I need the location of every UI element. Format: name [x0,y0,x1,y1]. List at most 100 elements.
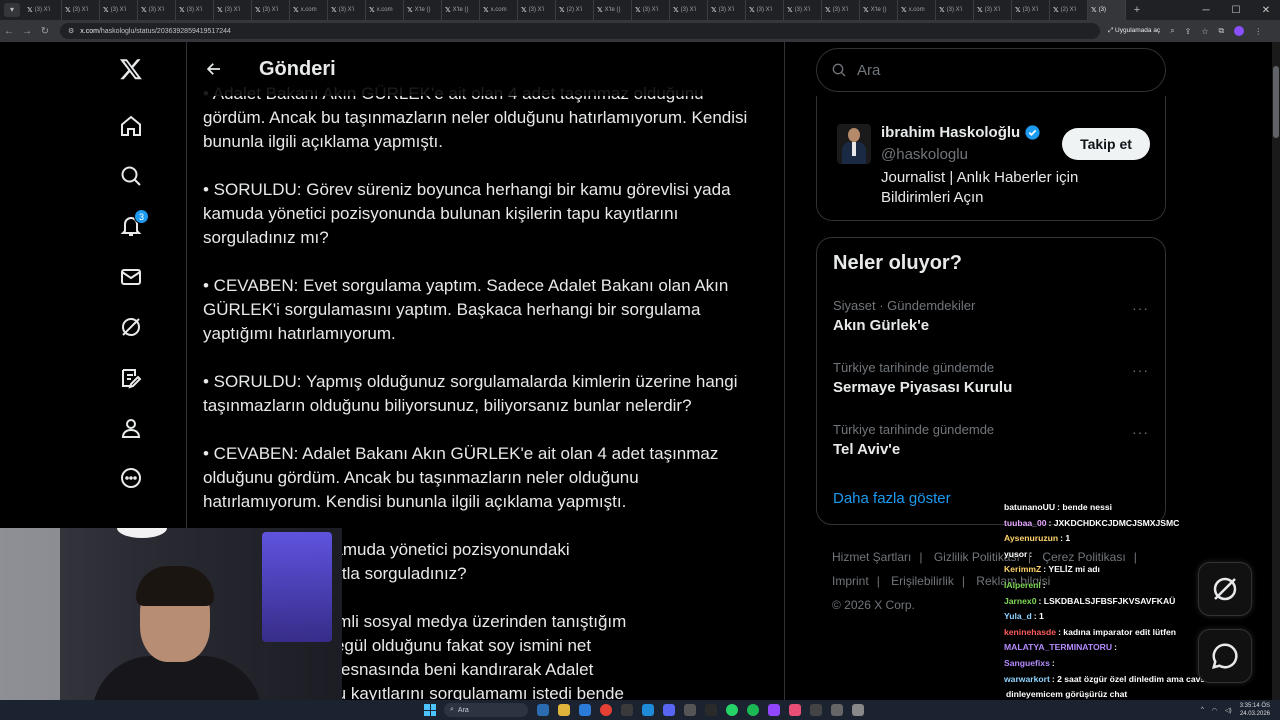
browser-forward-icon[interactable]: → [18,26,36,37]
app-icon[interactable] [810,704,822,716]
grok-icon[interactable] [118,314,144,340]
profile-icon[interactable] [118,415,144,441]
app-icon[interactable] [642,704,654,716]
trend-more-icon[interactable]: ··· [1132,424,1149,440]
browser-tab[interactable]: 𝕏 (3) X'i [100,0,138,20]
tab-search-menu-button[interactable]: ▾ [4,3,20,17]
browser-tab[interactable]: 𝕏 (3) X'i [176,0,214,20]
browser-tab[interactable]: 𝕏 (3) X'i [708,0,746,20]
app-icon[interactable] [684,704,696,716]
site-info-icon[interactable]: ⚙ [68,27,74,35]
browser-profile-avatar[interactable] [1234,26,1245,36]
scrollbar-thumb[interactable] [1273,66,1279,138]
browser-tab[interactable]: 𝕏 (3) X'i [670,0,708,20]
task-view-icon[interactable] [537,704,549,716]
footer-link-terms[interactable]: Hizmet Şartları [832,550,911,564]
browser-tab[interactable]: 𝕏 (3) X'i [214,0,252,20]
browser-tab[interactable]: 𝕏 (3) X'i [24,0,62,20]
footer-link-accessibility[interactable]: Erişilebilirlik [891,574,954,588]
messages-icon[interactable] [118,264,144,290]
whatsapp-icon[interactable] [726,704,738,716]
browser-tab[interactable]: 𝕏 (3) X'i [784,0,822,20]
x-logo-icon[interactable] [118,56,144,82]
trend-item[interactable]: Siyaset · Gündemdekiler Akın Gürlek'e ··… [833,298,1153,348]
taskbar-search[interactable]: ⌕ Ara [444,703,528,717]
browser-tab[interactable]: 𝕏 (3) X'i [62,0,100,20]
zoom-icon[interactable]: ⌕ [1170,26,1174,36]
browser-tab[interactable]: 𝕏x.com [898,0,936,20]
notifications-icon[interactable]: 3 [118,209,149,239]
windows-start-icon[interactable] [424,704,436,716]
search-icon[interactable] [118,163,144,189]
url-field[interactable]: ⚙ x.com/haskologlu/status/20363928594195… [60,23,1100,39]
open-in-app-button[interactable]: ⤢ Uygulamada aç [1108,27,1160,35]
profile-name[interactable]: ibrahim Haskoloğlu [881,124,1041,141]
browser-tab[interactable]: 𝕏 (3) X'i [822,0,860,20]
browser-tab[interactable]: 𝕏 (3) [1088,0,1126,20]
footer-link-imprint[interactable]: Imprint [832,574,869,588]
browser-tab[interactable]: 𝕏 (3) X'i [518,0,556,20]
extensions-icon[interactable]: ⧉ [1219,26,1225,36]
grok-floating-button[interactable] [1198,562,1252,616]
clock-time: 3:35:14 ÖS [1239,703,1270,709]
app-icon[interactable] [621,704,633,716]
browser-tab[interactable]: 𝕏 (3) X'i [746,0,784,20]
app-icon[interactable] [768,704,780,716]
browser-tab[interactable]: 𝕏 X'te () [594,0,632,20]
taskbar-clock[interactable]: 3:35:14 ÖS 24.03.2026 [1240,702,1270,718]
obs-icon[interactable] [705,704,717,716]
chrome-icon[interactable] [600,704,612,716]
browser-tab[interactable]: 𝕏 (2) X'i [556,0,594,20]
follow-button[interactable]: Takip et [1062,128,1150,160]
file-explorer-icon[interactable] [558,704,570,716]
browser-tab[interactable]: 𝕏 X'te () [860,0,898,20]
app-icon[interactable] [852,704,864,716]
tray-chevron-icon[interactable]: ^ [1201,707,1204,713]
browser-tab[interactable]: 𝕏 X'te () [442,0,480,20]
share-icon[interactable]: ⇪ [1185,27,1192,36]
browser-menu-icon[interactable]: ⋮ [1254,27,1262,36]
spotify-icon[interactable] [747,704,759,716]
volume-icon[interactable]: ◁) [1225,707,1232,714]
browser-tab[interactable]: 𝕏 (3) X'i [328,0,366,20]
wifi-icon[interactable]: ◠ [1212,707,1217,714]
messages-floating-button[interactable] [1198,629,1252,683]
show-more-link[interactable]: Daha fazla göster [833,490,951,507]
browser-tab[interactable]: 𝕏 (3) X'i [252,0,290,20]
trend-item[interactable]: Türkiye tarihinde gündemde Tel Aviv'e ··… [833,422,1153,472]
browser-tab[interactable]: 𝕏x.com [290,0,328,20]
minimize-icon[interactable]: ─ [1198,5,1214,16]
close-window-icon[interactable]: ✕ [1258,5,1274,16]
drafts-icon[interactable] [118,365,144,391]
browser-tab[interactable]: 𝕏 (3) X'i [138,0,176,20]
new-tab-button[interactable]: + [1130,4,1144,16]
browser-back-icon[interactable]: ← [0,26,18,37]
app-icon[interactable] [789,704,801,716]
browser-tab[interactable]: 𝕏 (2) X'i [1050,0,1088,20]
browser-tab[interactable]: 𝕏 X'te () [404,0,442,20]
search-input[interactable] [857,61,1137,79]
reload-icon[interactable]: ↻ [36,26,54,37]
browser-tab-label: (3) X'i [1022,7,1039,13]
browser-tab[interactable]: 𝕏 (3) X'i [974,0,1012,20]
page-scrollbar[interactable] [1272,42,1280,700]
profile-avatar[interactable] [837,124,871,164]
maximize-icon[interactable]: ☐ [1228,5,1244,16]
edge-icon[interactable] [579,704,591,716]
home-icon[interactable] [118,113,144,139]
trend-item[interactable]: Türkiye tarihinde gündemde Sermaye Piyas… [833,360,1153,410]
browser-tab[interactable]: 𝕏x.com [480,0,518,20]
back-arrow-icon[interactable] [203,58,225,80]
trend-more-icon[interactable]: ··· [1132,300,1149,316]
browser-tab[interactable]: 𝕏 (3) X'i [632,0,670,20]
app-icon[interactable] [831,704,843,716]
browser-tab[interactable]: 𝕏 (3) X'i [936,0,974,20]
more-icon[interactable] [118,465,144,491]
browser-tab[interactable]: 𝕏x.com [366,0,404,20]
search-bar[interactable] [816,48,1166,92]
discord-icon[interactable] [663,704,675,716]
browser-tab[interactable]: 𝕏 (3) X'i [1012,0,1050,20]
chat-text: : YELİZ mi adı [1043,564,1100,575]
bookmark-star-icon[interactable]: ☆ [1201,27,1208,36]
trend-more-icon[interactable]: ··· [1132,362,1149,378]
